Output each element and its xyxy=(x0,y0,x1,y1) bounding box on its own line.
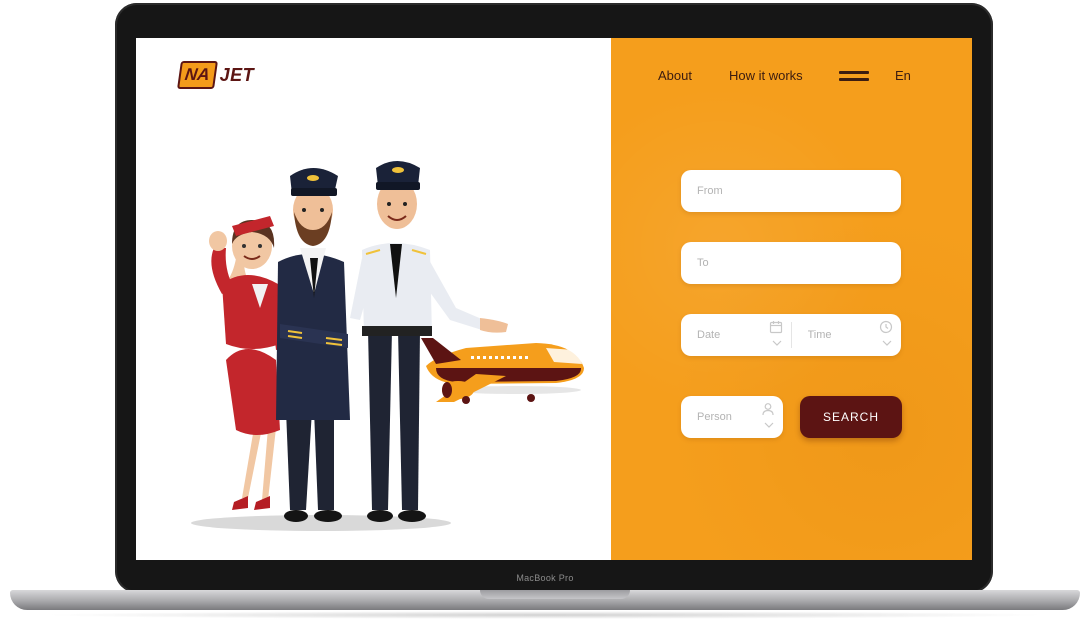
logo-text: JET xyxy=(219,64,255,85)
hero-panel: NA JET xyxy=(136,38,611,560)
hamburger-icon[interactable] xyxy=(839,71,869,83)
person-icon[interactable] xyxy=(761,402,775,416)
calendar-icon[interactable] xyxy=(769,320,783,334)
laptop-notch xyxy=(480,590,630,599)
crew-illustration xyxy=(191,161,584,531)
date-picker xyxy=(681,314,791,356)
airplane-graphic xyxy=(421,338,584,404)
person-picker xyxy=(681,396,783,438)
time-chevron-down-icon[interactable] xyxy=(882,340,892,346)
top-nav: About How it works En xyxy=(611,68,972,88)
to-input[interactable] xyxy=(681,242,901,284)
search-panel: About How it works En From To Date Time … xyxy=(611,38,972,560)
person-chevron-down-icon[interactable] xyxy=(764,422,774,428)
person-field xyxy=(681,396,783,438)
logo-box: NA xyxy=(177,61,218,89)
from-field xyxy=(681,170,901,212)
to-field xyxy=(681,242,901,284)
device-label: MacBook Pro xyxy=(516,573,574,583)
language-selector[interactable]: En xyxy=(895,68,911,83)
date-time-field xyxy=(681,314,901,356)
captain-figure xyxy=(276,168,350,522)
clock-icon[interactable] xyxy=(879,320,893,334)
search-button[interactable]: SEARCH xyxy=(800,396,902,438)
web-page: NA JET About How it works En From To Dat… xyxy=(136,38,972,560)
flight-attendant-figure xyxy=(209,216,286,510)
time-picker xyxy=(791,314,901,356)
logo[interactable]: NA JET xyxy=(177,61,255,89)
laptop-shadow xyxy=(40,611,1050,619)
date-chevron-down-icon[interactable] xyxy=(772,340,782,346)
nav-how-it-works-link[interactable]: How it works xyxy=(729,68,803,83)
nav-about-link[interactable]: About xyxy=(658,68,692,83)
from-input[interactable] xyxy=(681,170,901,212)
